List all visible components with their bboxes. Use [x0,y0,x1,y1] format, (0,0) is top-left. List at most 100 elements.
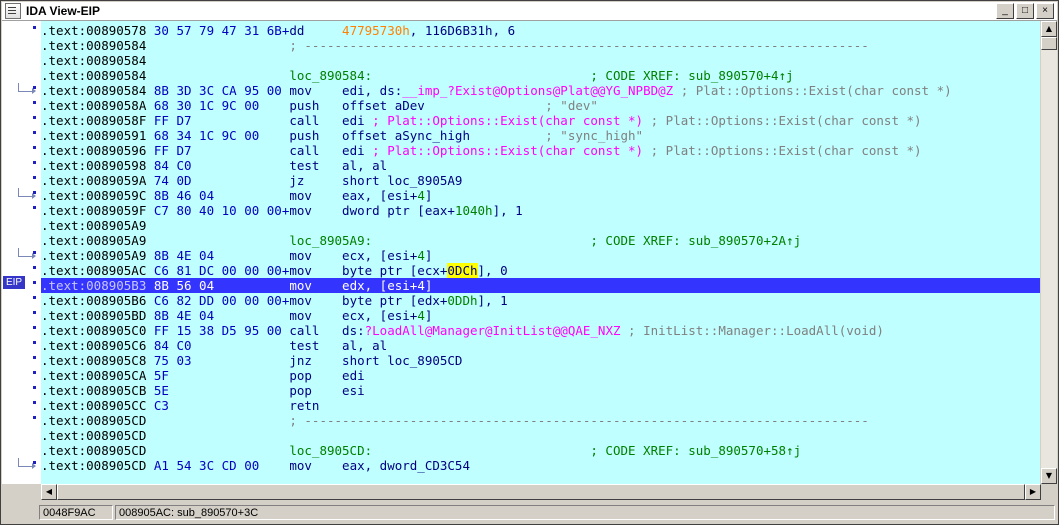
scrollbar-corner [1041,484,1057,500]
comment: ], 0 [477,263,508,278]
opcode-bytes: 8B 3D 3C CA 95 00 [153,83,290,98]
dot-icon [33,461,36,464]
vertical-scroll-thumb[interactable] [1041,37,1057,50]
scroll-left-button[interactable]: ◀ [41,484,57,500]
address: .text:008905CC [41,398,154,413]
mnemonic: jz [289,173,343,188]
disasm-line[interactable]: .text:0089059A 74 0D jz short loc_8905A9 [41,173,1040,188]
opcode-bytes: 84 C0 [153,158,290,173]
operand: offset aDev [342,98,425,113]
comment: ] [424,308,433,323]
dot-icon [33,116,36,119]
operand: edi [342,143,373,158]
disasm-line[interactable]: .text:008905CA 5F pop edi [41,368,1040,383]
disasm-line[interactable]: .text:008905CC C3 retn [41,398,1040,413]
disasm-line[interactable]: .text:008905C6 84 C0 test al, al [41,338,1040,353]
mnemonic: mov [289,203,343,218]
opcode-bytes: 84 C0 [153,338,290,353]
address: .text:008905CA [41,368,154,383]
mnemonic: mov [289,308,343,323]
operand: short loc_8905CD [342,353,463,368]
mnemonic: mov [289,278,343,293]
comment: ; Plat::Options::Exist(char const *) [643,143,922,158]
immediate: 4 [417,188,425,203]
disasm-line[interactable]: .text:008905CD A1 54 3C CD 00 mov eax, d… [41,458,1040,473]
mnemonic: mov [289,458,343,473]
jump-arrow-icon [18,83,36,94]
scroll-up-button[interactable]: ▲ [1041,21,1057,37]
disasm-line[interactable]: .text:0089059F C7 80 40 10 00 00+mov dwo… [41,203,1040,218]
disasm-line[interactable]: .text:00890596 FF D7 call edi ; Plat::Op… [41,143,1040,158]
operand: al, al [342,338,388,353]
dot-icon [33,86,36,89]
disasm-line[interactable]: .text:0089058A 68 30 1C 9C 00 push offse… [41,98,1040,113]
mnemonic: call [289,143,343,158]
dot-icon [33,296,36,299]
symbol: ; Plat::Options::Exist(char const *) [372,113,644,128]
disasm-line[interactable]: .text:008905BD 8B 4E 04 mov ecx, [esi+4] [41,308,1040,323]
disasm-line[interactable]: .text:00890578 30 57 79 47 31 6B+dd 4779… [41,23,1040,38]
disasm-line[interactable]: .text:008905A9 loc_8905A9: ; CODE XREF: … [41,233,1040,248]
opcode-bytes: 5E [153,383,290,398]
mnemonic: test [289,158,343,173]
disasm-line[interactable]: .text:00890584 [41,53,1040,68]
address: .text:008905CB [41,383,154,398]
disasm-line[interactable]: .text:008905B3 8B 56 04 mov edx, [esi+4] [41,278,1040,293]
disasm-line[interactable]: .text:008905A9 [41,218,1040,233]
dot-icon [33,101,36,104]
close-button[interactable]: × [1036,3,1054,19]
immediate: 4 [417,278,425,293]
dot-icon [33,251,36,254]
opcode-bytes: 68 30 1C 9C 00 [153,98,290,113]
comment: ], 1 [492,203,523,218]
disasm-line[interactable]: .text:00890584 loc_890584: ; CODE XREF: … [41,68,1040,83]
symbol: ; Plat::Options::Exist(char const *) [372,143,644,158]
mnemonic: mov [289,248,343,263]
opcode-bytes: FF D7 [153,113,290,128]
disasm-line[interactable]: .text:008905CD [41,428,1040,443]
comment: ] [424,248,433,263]
disasm-line[interactable]: .text:0089058F FF D7 call edi ; Plat::Op… [41,113,1040,128]
horizontal-scrollbar[interactable]: ◀ ▶ [41,484,1041,500]
scroll-right-button[interactable]: ▶ [1025,484,1041,500]
dot-icon [33,401,36,404]
disasm-line[interactable]: .text:008905C0 FF 15 38 D5 95 00 call ds… [41,323,1040,338]
address: .text:008905CD [41,443,154,458]
disasm-line[interactable]: .text:008905B6 C6 82 DD 00 00 00+mov byt… [41,293,1040,308]
disassembly-listing[interactable]: .text:00890578 30 57 79 47 31 6B+dd 4779… [41,21,1040,484]
disasm-line[interactable]: .text:00890598 84 C0 test al, al [41,158,1040,173]
operand: byte ptr [ecx+ [342,263,448,278]
minimize-button[interactable]: _ [996,3,1014,19]
disasm-line[interactable]: .text:008905CD loc_8905CD: ; CODE XREF: … [41,443,1040,458]
disasm-line[interactable]: .text:008905CB 5E pop esi [41,383,1040,398]
address: .text:0089059C [41,188,154,203]
address: .text:008905CD [41,428,147,443]
disasm-line[interactable]: .text:008905AC C6 81 DC 00 00 00+mov byt… [41,263,1040,278]
address: .text:00890596 [41,143,154,158]
horizontal-scroll-thumb[interactable] [57,484,1025,500]
address: .text:00890578 [41,23,154,38]
arrow-gutter[interactable]: EIP [2,21,41,484]
disasm-line[interactable]: .text:00890584 ; -----------------------… [41,38,1040,53]
disasm-line[interactable]: .text:0089059C 8B 46 04 mov eax, [esi+4] [41,188,1040,203]
title-bar[interactable]: IDA View-EIP _ □ × [2,2,1057,21]
disasm-line[interactable]: .text:008905CD ; -----------------------… [41,413,1040,428]
address: .text:008905A9 [41,218,147,233]
dot-icon [33,161,36,164]
dot-icon [33,356,36,359]
vertical-scrollbar[interactable]: ▲ ▼ [1041,21,1057,484]
address: .text:008905A9 [41,233,154,248]
scroll-down-button[interactable]: ▼ [1041,468,1057,484]
disasm-line[interactable]: .text:008905C8 75 03 jnz short loc_8905C… [41,353,1040,368]
jump-arrow-icon [18,248,36,259]
opcode-bytes: 5F [153,368,290,383]
maximize-button[interactable]: □ [1016,3,1034,19]
dot-icon [33,386,36,389]
disasm-line[interactable]: .text:00890591 68 34 1C 9C 00 push offse… [41,128,1040,143]
address: .text:008905AC [41,263,154,278]
disasm-line[interactable]: .text:008905A9 8B 4E 04 mov ecx, [esi+4] [41,248,1040,263]
address: .text:00890591 [41,128,154,143]
comment: ; Plat::Options::Exist(char const *) [673,83,952,98]
dot-icon [33,146,36,149]
disasm-line[interactable]: .text:00890584 8B 3D 3C CA 95 00 mov edi… [41,83,1040,98]
